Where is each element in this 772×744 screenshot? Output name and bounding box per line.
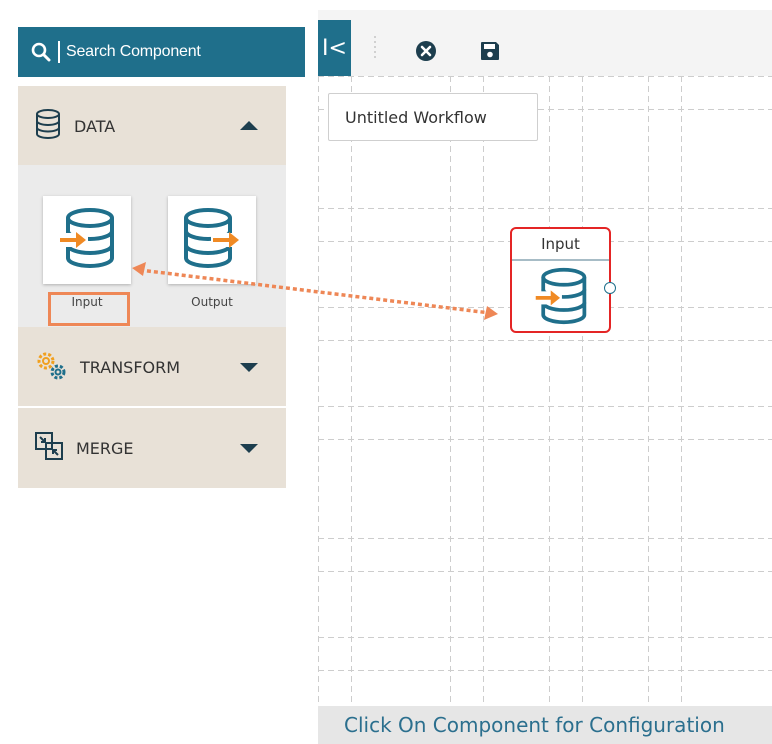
drag-arrow-annotation: [132, 262, 498, 320]
